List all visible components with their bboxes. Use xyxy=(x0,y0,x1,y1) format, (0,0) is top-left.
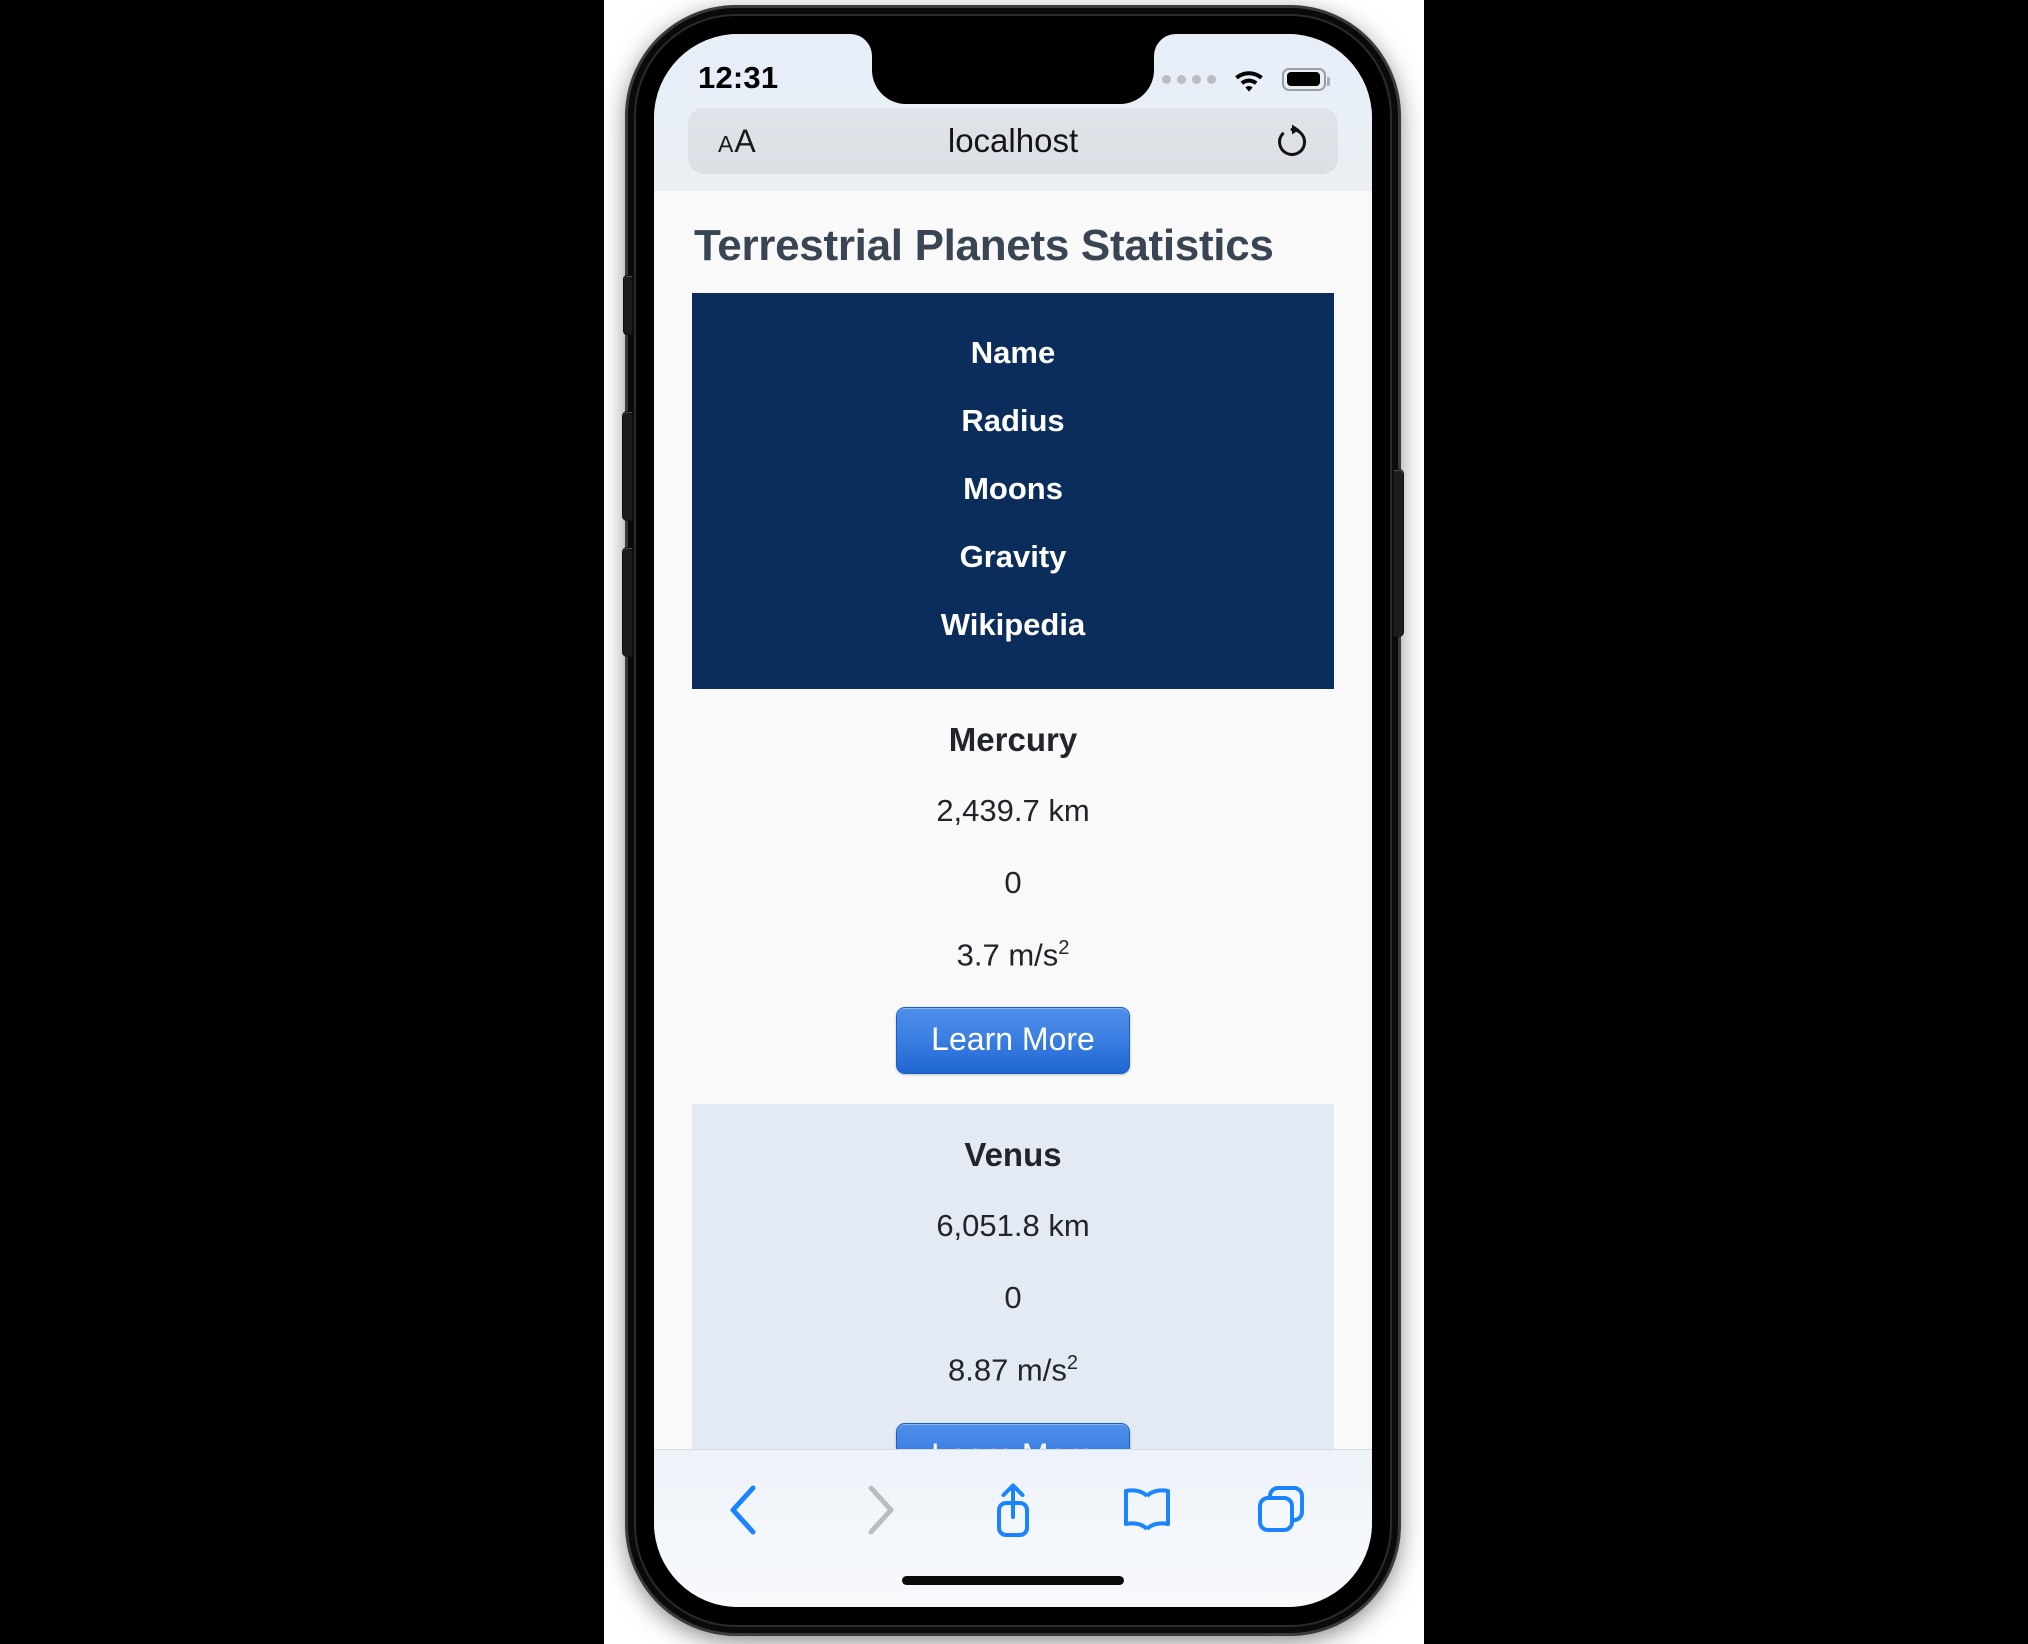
cell-planet-wikipedia: Learn More xyxy=(692,1407,1334,1449)
power-button[interactable] xyxy=(1394,470,1403,636)
volume-up-button[interactable] xyxy=(623,412,632,520)
gravity-exponent: 2 xyxy=(1058,937,1070,959)
cell-planet-gravity: 8.87 m/s2 xyxy=(692,1334,1334,1406)
volume-down-button[interactable] xyxy=(623,548,632,656)
bookmarks-button[interactable] xyxy=(1112,1478,1182,1542)
status-bar-clock: 12:31 xyxy=(698,60,779,95)
cell-planet-name: Venus xyxy=(964,1136,1062,1174)
gravity-value: 8.87 m/s xyxy=(947,1352,1067,1388)
column-header-radius: Radius xyxy=(961,403,1065,438)
tabs-button[interactable] xyxy=(1246,1478,1316,1542)
cellular-dots-icon xyxy=(1162,74,1216,84)
status-bar-indicators xyxy=(1162,67,1330,92)
address-bar[interactable]: AA localhost xyxy=(688,108,1338,174)
url-text: localhost xyxy=(947,122,1079,159)
column-header-gravity: Gravity xyxy=(959,539,1067,574)
gravity-value: 3.7 m/s xyxy=(956,937,1059,973)
gravity-exponent: 2 xyxy=(1066,1352,1078,1375)
cell-planet-wikipedia: Learn More xyxy=(692,991,1334,1082)
address-bar-container: AA localhost xyxy=(654,108,1372,191)
cell-planet-moons: 0 xyxy=(1004,1280,1022,1316)
table-row: Venus 6,051.8 km 0 8.87 m/s2 Learn More xyxy=(692,1104,1334,1449)
web-content: Terrestrial Planets Statistics Name Radi… xyxy=(654,191,1372,1449)
planets-table: Name Radius Moons Gravity Wikipedia Merc… xyxy=(692,293,1334,1449)
phone-screen: 12:31 A A localhost Terrestrial Planets … xyxy=(654,34,1372,1607)
home-indicator xyxy=(902,1576,1124,1585)
cell-planet-name: Mercury xyxy=(948,721,1078,758)
reload-icon[interactable] xyxy=(1274,123,1310,159)
column-header-name: Name xyxy=(970,335,1056,370)
cell-planet-moons: 0 xyxy=(1004,865,1022,900)
column-header-wikipedia: Wikipedia xyxy=(940,607,1086,642)
back-button[interactable] xyxy=(710,1478,780,1542)
device-notch xyxy=(872,34,1154,104)
browser-top-chrome: 12:31 A A localhost xyxy=(654,34,1372,191)
column-header-moons: Moons xyxy=(963,471,1063,506)
cell-planet-radius: 6,051.8 km xyxy=(936,1208,1090,1244)
font-size-small-a: A xyxy=(718,130,734,157)
cell-planet-gravity: 3.7 m/s2 xyxy=(692,919,1334,991)
page-title: Terrestrial Planets Statistics xyxy=(694,221,1274,270)
battery-icon xyxy=(1282,67,1330,91)
font-size-button[interactable]: AA xyxy=(718,123,756,160)
learn-more-button[interactable]: Learn More xyxy=(896,1007,1130,1075)
iphone-device-frame: 12:31 A A localhost Terrestrial Planets … xyxy=(623,8,1403,1633)
wifi-icon xyxy=(1232,67,1266,92)
mute-switch-button[interactable] xyxy=(624,276,632,334)
cell-planet-radius: 2,439.7 km xyxy=(936,793,1090,828)
share-button[interactable] xyxy=(978,1478,1048,1542)
forward-button[interactable] xyxy=(844,1478,914,1542)
font-size-large-a: A xyxy=(734,122,756,159)
learn-more-button[interactable]: Learn More xyxy=(896,1422,1130,1449)
table-row: Mercury 2,439.7 km 0 3.7 m/s2 Learn More xyxy=(692,689,1334,1105)
screenshot-stage: 12:31 A A localhost Terrestrial Planets … xyxy=(0,0,2028,1644)
table-header: Name Radius Moons Gravity Wikipedia xyxy=(692,293,1334,689)
browser-bottom-toolbar xyxy=(654,1449,1372,1607)
